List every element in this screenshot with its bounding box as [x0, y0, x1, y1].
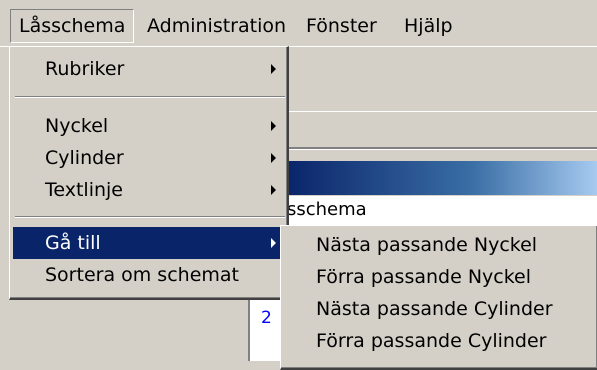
menu-item-label: Nästa passande Cylinder — [316, 298, 553, 320]
menu-separator — [15, 216, 285, 218]
row-number: 2 — [261, 308, 272, 328]
menu-item-label: Textlinje — [45, 179, 123, 201]
window-title-bar — [285, 161, 597, 195]
menu-hjalp[interactable]: Hjälp — [396, 9, 461, 43]
menu-item-label: Förra passande Nyckel — [316, 266, 532, 288]
submenu-arrow-icon — [271, 238, 276, 248]
submenu-item-forra-cylinder[interactable]: Förra passande Cylinder — [284, 325, 597, 357]
submenu-item-nasta-cylinder[interactable]: Nästa passande Cylinder — [284, 293, 597, 325]
menu-item-sortera-om-schemat[interactable]: Sortera om schemat — [13, 259, 286, 291]
menu-item-textlinje[interactable]: Textlinje — [13, 174, 286, 206]
menu-item-rubriker[interactable]: Rubriker — [13, 53, 286, 85]
lasschema-dropdown: Rubriker Nyckel Cylinder Textlinje Gå ti… — [9, 46, 289, 300]
ga-till-submenu: Nästa passande Nyckel Förra passande Nyc… — [280, 225, 597, 370]
menu-fonster[interactable]: Fönster — [298, 9, 385, 43]
submenu-item-forra-nyckel[interactable]: Förra passande Nyckel — [284, 261, 597, 293]
submenu-arrow-icon — [271, 153, 276, 163]
menu-separator — [15, 96, 285, 98]
menu-lasschema[interactable]: Låsschema — [10, 9, 135, 43]
menu-item-label: Förra passande Cylinder — [316, 330, 547, 352]
menu-item-nyckel[interactable]: Nyckel — [13, 110, 286, 142]
menu-item-label: Sortera om schemat — [45, 264, 239, 286]
menu-item-ga-till[interactable]: Gå till — [13, 227, 286, 259]
menu-item-label: Rubriker — [45, 58, 125, 80]
submenu-arrow-icon — [271, 185, 276, 195]
menu-administration[interactable]: Administration — [139, 9, 294, 43]
menu-bar: Låsschema Administration Fönster Hjälp — [0, 0, 597, 47]
menu-item-label: Cylinder — [45, 147, 124, 169]
menu-item-cylinder[interactable]: Cylinder — [13, 142, 286, 174]
submenu-arrow-icon — [271, 121, 276, 131]
toolbar-divider — [285, 149, 597, 150]
submenu-item-nasta-nyckel[interactable]: Nästa passande Nyckel — [284, 229, 597, 261]
schema-title: sschema — [287, 199, 367, 220]
toolbar-divider — [285, 111, 597, 112]
menu-item-label: Nyckel — [45, 115, 109, 137]
menu-item-label: Nästa passande Nyckel — [316, 234, 538, 256]
menu-item-label: Gå till — [45, 232, 101, 254]
submenu-arrow-icon — [271, 64, 276, 74]
